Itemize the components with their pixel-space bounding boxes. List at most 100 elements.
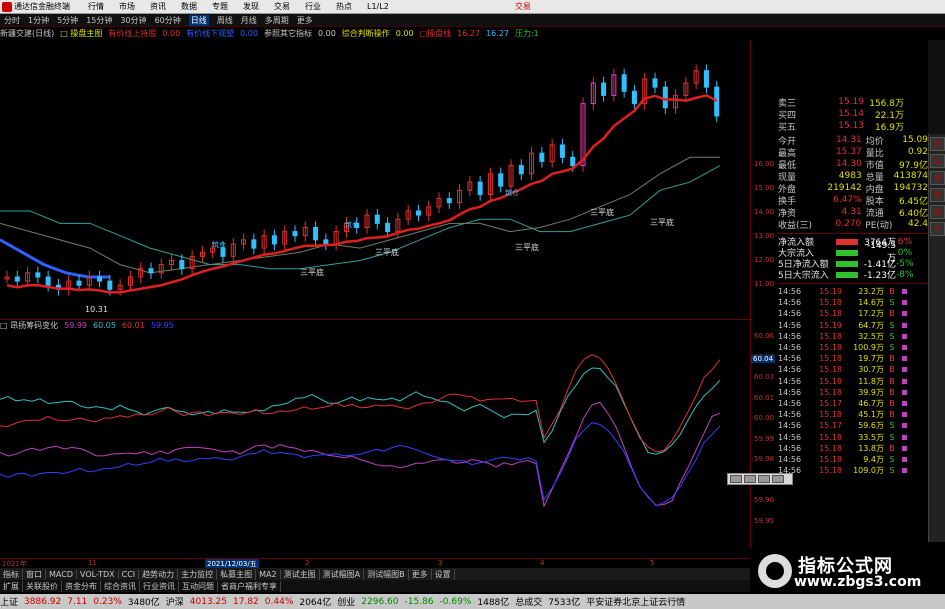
pan-left-icon[interactable] bbox=[758, 475, 770, 483]
tick-time: 14:56 bbox=[778, 387, 802, 397]
quote-panel: 今开 14.31 均价 15.09 最高 15.37 量比 0.92 最低 14.30 市值 97.9… bbox=[778, 134, 928, 542]
pattern-label: 三平底 bbox=[650, 217, 674, 227]
tick-row: 14:56 15.18 9.4万 S bbox=[778, 454, 928, 465]
menu-l1l2[interactable]: L1/L2 bbox=[367, 2, 389, 11]
indicator-tab[interactable]: 私募主图 bbox=[217, 568, 257, 580]
chip-change-oscillator[interactable] bbox=[0, 331, 750, 558]
tick-side: S bbox=[889, 298, 895, 308]
ob-volume: 16.9万 bbox=[874, 122, 904, 133]
chart-toolbar-popup[interactable] bbox=[727, 473, 793, 485]
sidebar-tab[interactable]: 合 bbox=[930, 222, 945, 236]
menu-jiaoyi[interactable]: 交易 bbox=[274, 1, 290, 12]
oscillator-panel[interactable] bbox=[0, 331, 750, 558]
tick-time: 14:56 bbox=[778, 298, 802, 308]
tick-time: 14:56 bbox=[778, 454, 802, 464]
tick-time: 14:56 bbox=[778, 376, 802, 386]
menu-zixun[interactable]: 资讯 bbox=[150, 1, 166, 12]
zoom-out-icon[interactable] bbox=[744, 475, 756, 483]
quote-value: 15.09 bbox=[902, 135, 928, 145]
divider bbox=[778, 230, 928, 234]
extension-tab[interactable]: 扩展 bbox=[0, 580, 23, 592]
period-daily[interactable]: 日线 bbox=[188, 14, 209, 26]
tick-row: 14:56 15.18 13.8万 B bbox=[778, 443, 928, 454]
tick-side: S bbox=[889, 421, 895, 431]
sidebar-tab[interactable]: 息 bbox=[930, 154, 945, 168]
pattern-label: 三平底 bbox=[375, 247, 399, 257]
indicator-tab[interactable]: 趋势动力 bbox=[139, 568, 179, 580]
extension-tab[interactable]: 关联股价 bbox=[23, 580, 62, 592]
tick-volume: 100.9万 bbox=[853, 343, 884, 353]
status-item: 0.23% bbox=[93, 596, 122, 607]
indicator-tab[interactable]: 设置 bbox=[432, 568, 455, 580]
tick-row: 14:56 15.17 46.7万 B bbox=[778, 398, 928, 409]
price-chart-panel[interactable]: 三平底 三平底 三平底 三平底 三平底 10.31 筑仓 筑仓 筑仓 bbox=[0, 40, 750, 320]
trade-button[interactable]: 交易 bbox=[515, 1, 531, 12]
tick-price: 15.18 bbox=[819, 354, 842, 364]
quote-value: 4.31 bbox=[841, 207, 862, 217]
tick-time: 14:56 bbox=[778, 443, 802, 453]
indicator-tab[interactable]: 更多 bbox=[409, 568, 432, 580]
menu-shichang[interactable]: 市场 bbox=[119, 1, 135, 12]
indicator-tab[interactable]: 主力监控 bbox=[178, 568, 218, 580]
extension-tab[interactable]: 综合资讯 bbox=[101, 580, 140, 592]
zoom-in-icon[interactable] bbox=[730, 475, 742, 483]
tick-marker bbox=[902, 423, 907, 429]
menu-zhuanti[interactable]: 专题 bbox=[212, 1, 228, 12]
period-monthly[interactable]: 月线 bbox=[241, 15, 257, 26]
indicator-tab[interactable]: MA2 bbox=[256, 569, 281, 579]
extension-tab[interactable]: 省商户福利专享 bbox=[218, 580, 281, 592]
period-more[interactable]: 更多 bbox=[297, 15, 313, 26]
candle-body bbox=[518, 165, 524, 175]
menu-hangqing[interactable]: 行情 bbox=[88, 1, 104, 12]
indicator-tab[interactable]: 测试幅图B bbox=[364, 568, 409, 580]
period-fenshi[interactable]: 分时 bbox=[4, 15, 20, 26]
sidebar-tab[interactable]: 信 bbox=[930, 137, 945, 151]
tick-volume: 14.6万 bbox=[858, 298, 884, 308]
extension-tab[interactable]: 资金分布 bbox=[62, 580, 101, 592]
indicator-tab[interactable]: 指标 bbox=[0, 568, 23, 580]
tick-volume: 17.2万 bbox=[858, 309, 884, 319]
status-item: 4013.25 bbox=[189, 596, 228, 607]
status-item: 创业 bbox=[337, 598, 356, 608]
period-weekly[interactable]: 周线 bbox=[217, 15, 233, 26]
indicator-tab[interactable]: VOL-TDX bbox=[77, 569, 119, 579]
menu-shuju[interactable]: 数据 bbox=[181, 1, 197, 12]
ob-price: 15.14 bbox=[838, 109, 864, 119]
date-axis-label: 3 bbox=[438, 559, 443, 567]
candle-body bbox=[621, 74, 627, 92]
app-logo-icon bbox=[2, 1, 12, 12]
tick-volume: 64.7万 bbox=[858, 320, 884, 330]
indicator-tab[interactable]: 测试主图 bbox=[281, 568, 320, 580]
extension-tab[interactable]: 行业资讯 bbox=[140, 580, 179, 592]
tick-price: 15.19 bbox=[819, 287, 842, 297]
oscillator-series-line bbox=[0, 422, 721, 507]
extension-tab[interactable]: 互动问题 bbox=[179, 580, 218, 592]
indicator-tab[interactable]: 测试幅图A bbox=[320, 568, 365, 580]
period-15min[interactable]: 15分钟 bbox=[86, 15, 112, 26]
tick-marker bbox=[902, 333, 907, 339]
period-30min[interactable]: 30分钟 bbox=[120, 15, 146, 26]
quote-value: 15.37 bbox=[835, 147, 862, 157]
indicator-tab[interactable]: CCI bbox=[119, 569, 140, 579]
period-1min[interactable]: 1分钟 bbox=[28, 15, 49, 26]
menu-faxian[interactable]: 发现 bbox=[243, 1, 259, 12]
period-5min[interactable]: 5分钟 bbox=[57, 15, 78, 26]
indicator-tab[interactable]: 窗口 bbox=[23, 568, 46, 580]
osc-axis-label: 59.99 bbox=[754, 434, 775, 443]
price-axis-label: 11.00 bbox=[754, 280, 775, 288]
tick-side: S bbox=[889, 343, 895, 353]
sidebar-tab[interactable]: 雷 bbox=[930, 188, 945, 202]
indicator-tab[interactable]: MACD bbox=[46, 569, 77, 579]
pan-right-icon[interactable] bbox=[772, 475, 784, 483]
period-60min[interactable]: 60分钟 bbox=[155, 15, 181, 26]
sidebar-tab[interactable]: 综 bbox=[930, 205, 945, 219]
period-multi[interactable]: 多周期 bbox=[265, 15, 289, 26]
menu-hangye[interactable]: 行业 bbox=[305, 1, 321, 12]
osc-axis-label: 59.98 bbox=[754, 455, 775, 463]
tick-time: 14:56 bbox=[778, 343, 802, 353]
sidebar-tab[interactable]: 地 bbox=[930, 171, 945, 185]
menu-redian[interactable]: 热点 bbox=[336, 1, 352, 12]
tick-volume: 13.8万 bbox=[858, 443, 884, 453]
candle-body bbox=[179, 259, 185, 270]
candlestick-chart[interactable]: 三平底三平底三平底三平底三平底10.31筑仓筑仓筑仓 bbox=[0, 40, 750, 320]
